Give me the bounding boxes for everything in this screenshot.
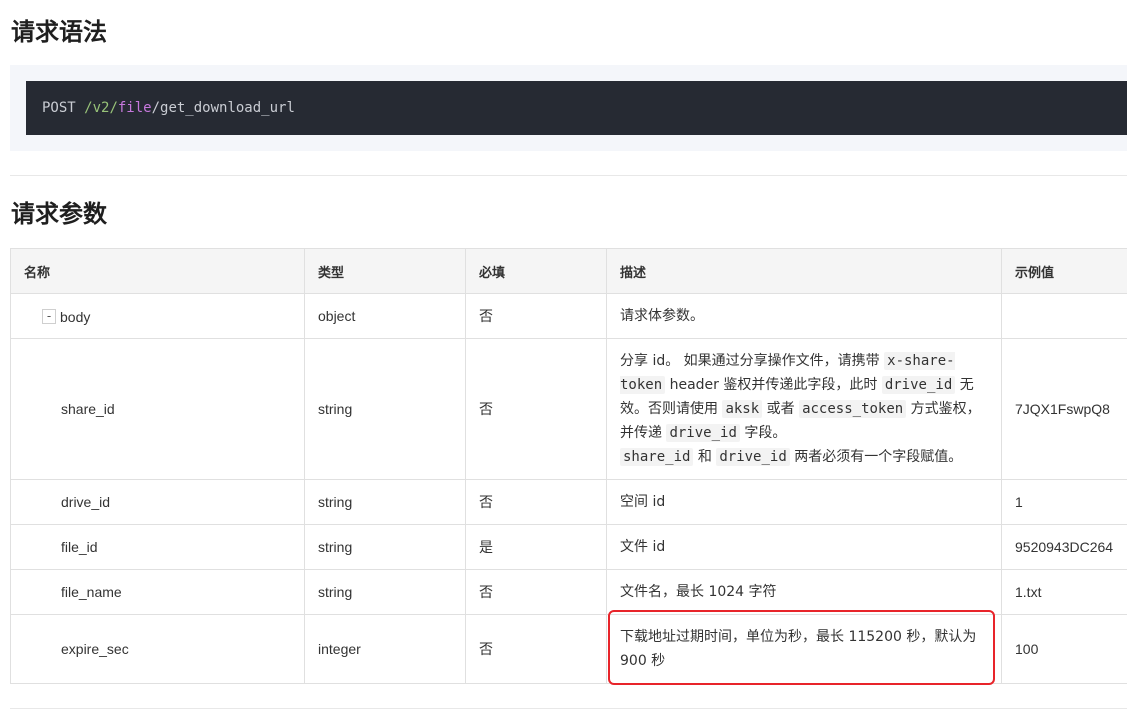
param-description: 请求体参数。 (606, 293, 1002, 339)
table-row: - body object 否 请求体参数。 (10, 293, 1127, 339)
param-name-cell: drive_id (10, 479, 305, 525)
param-example: 1.txt (1001, 569, 1127, 615)
header-description: 描述 (606, 248, 1002, 294)
desc-text: 或者 (762, 401, 800, 417)
table-row: share_id string 否 分享 id。 如果通过分享操作文件，请携带 … (10, 338, 1127, 480)
desc-text: 字段。 (739, 425, 787, 441)
desc-text: 两者必须有一个字段赋值。 (789, 449, 963, 465)
param-name: file_name (61, 584, 122, 600)
param-example (1001, 293, 1127, 339)
param-name: share_id (61, 401, 115, 417)
header-name: 名称 (10, 248, 305, 294)
desc-code: drive_id (716, 448, 790, 466)
param-name: expire_sec (61, 641, 129, 657)
param-description: 空间 id (606, 479, 1002, 525)
desc-code: access_token (799, 400, 907, 418)
param-example: 100 (1001, 614, 1127, 684)
desc-text: header 鉴权并传递此字段，此时 (665, 377, 882, 393)
desc-code: aksk (722, 400, 763, 418)
desc-code: drive_id (881, 376, 956, 394)
code-container: POST /v2/file/get_download_url (10, 65, 1127, 151)
desc-text: 和 (693, 449, 717, 465)
collapse-toggle-icon[interactable]: - (42, 309, 56, 325)
table-row: file_name string 否 文件名，最长 1024 字符 1.txt (10, 569, 1127, 615)
params-table: 名称 类型 必填 描述 示例值 - body object 否 请求体参数。 s… (10, 248, 1127, 684)
param-type: integer (304, 614, 466, 684)
param-description: 文件名，最长 1024 字符 (606, 569, 1002, 615)
param-type: string (304, 569, 466, 615)
param-type: string (304, 479, 466, 525)
desc-code: drive_id (666, 424, 740, 442)
param-required: 是 (465, 524, 607, 570)
code-path-segment: /v2/ (84, 100, 118, 116)
param-required: 否 (465, 614, 607, 684)
param-required: 否 (465, 293, 607, 339)
section-divider (10, 708, 1127, 709)
section-title-syntax: 请求语法 (11, 18, 107, 46)
param-name: drive_id (61, 494, 111, 510)
param-type: object (304, 293, 466, 339)
param-example: 7JQX1FswpQ8 (1001, 338, 1127, 480)
param-name-cell: file_id (10, 524, 305, 570)
param-type: string (304, 524, 466, 570)
desc-text: 分享 id。 如果通过分享操作文件，请携带 (620, 353, 885, 369)
param-required: 否 (465, 569, 607, 615)
table-row: expire_sec integer 否 下载地址过期时间，单位为秒，最长 11… (10, 614, 1127, 684)
param-description: 下载地址过期时间，单位为秒，最长 115200 秒，默认为 900 秒 (606, 614, 1002, 684)
header-required: 必填 (465, 248, 607, 294)
param-required: 否 (465, 338, 607, 480)
param-description: 分享 id。 如果通过分享操作文件，请携带 x-share-token head… (606, 338, 1002, 480)
param-description: 文件 id (606, 524, 1002, 570)
param-name: body (60, 308, 91, 325)
param-name-cell: - body (10, 293, 305, 339)
param-example: 1 (1001, 479, 1127, 525)
param-example: 9520943DC264 (1001, 524, 1127, 570)
header-type: 类型 (304, 248, 466, 294)
code-block: POST /v2/file/get_download_url (26, 81, 1127, 135)
table-row: file_id string 是 文件 id 9520943DC264 (10, 524, 1127, 570)
code-path-rest: /get_download_url (151, 100, 295, 116)
param-name-cell: expire_sec (10, 614, 305, 684)
code-path-keyword: file (117, 100, 152, 116)
code-method: POST (42, 100, 76, 116)
table-row: drive_id string 否 空间 id 1 (10, 479, 1127, 525)
param-type: string (304, 338, 466, 480)
param-name-cell: file_name (10, 569, 305, 615)
table-header-row: 名称 类型 必填 描述 示例值 (10, 248, 1127, 294)
section-divider (10, 175, 1127, 176)
param-required: 否 (465, 479, 607, 525)
header-example: 示例值 (1001, 248, 1127, 294)
param-name: file_id (61, 539, 98, 555)
param-name-cell: share_id (10, 338, 305, 480)
section-title-params: 请求参数 (11, 200, 107, 228)
desc-code: share_id (620, 448, 694, 466)
